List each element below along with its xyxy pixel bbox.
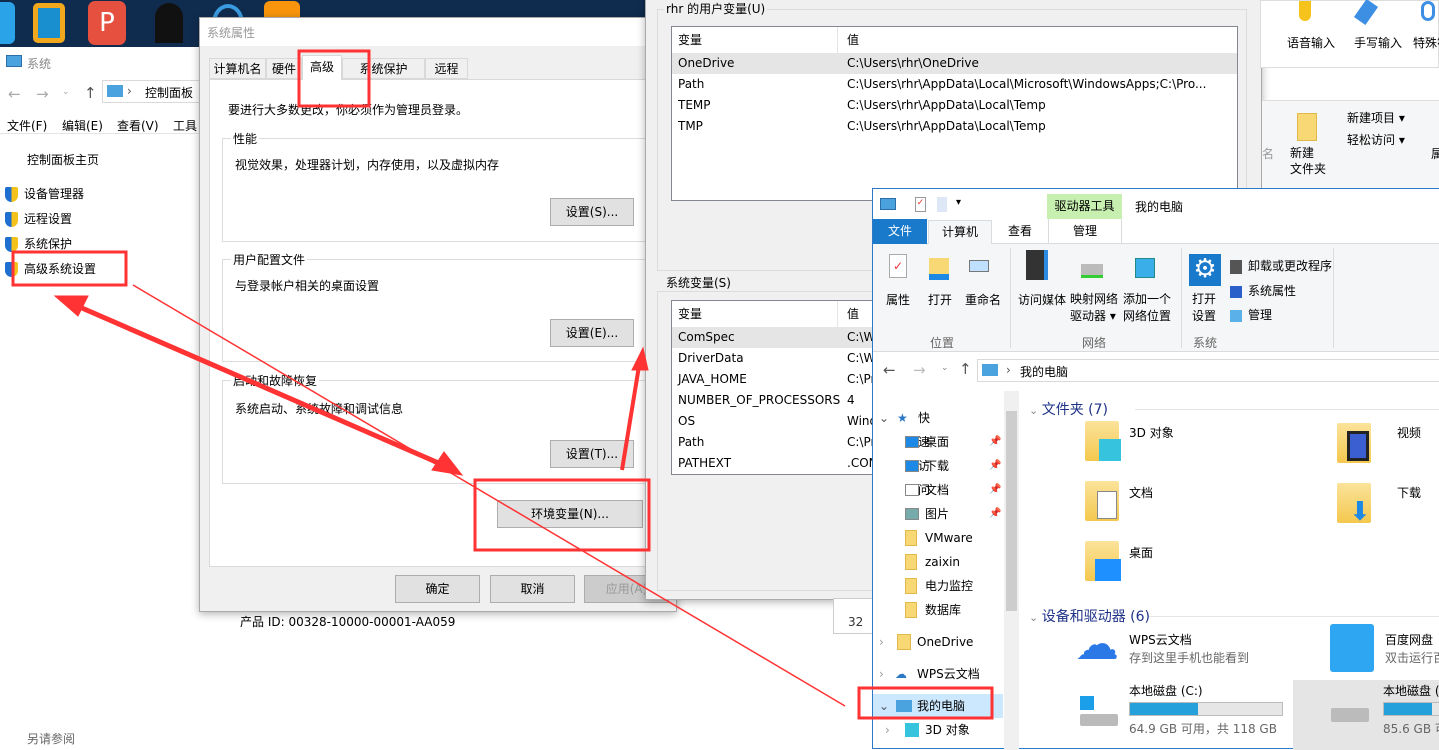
arrow-head — [631, 346, 649, 371]
arrow-head — [53, 295, 89, 317]
highlight-advanced-settings-link — [11, 250, 128, 287]
arrow-head — [431, 451, 464, 476]
arrow-line — [132, 284, 846, 707]
annotation-overlay — [11, 49, 994, 720]
arrow-line — [620, 359, 642, 471]
tab-advanced[interactable]: 高级 — [302, 55, 342, 80]
highlight-this-pc — [857, 686, 994, 720]
arrow-line — [74, 302, 451, 471]
